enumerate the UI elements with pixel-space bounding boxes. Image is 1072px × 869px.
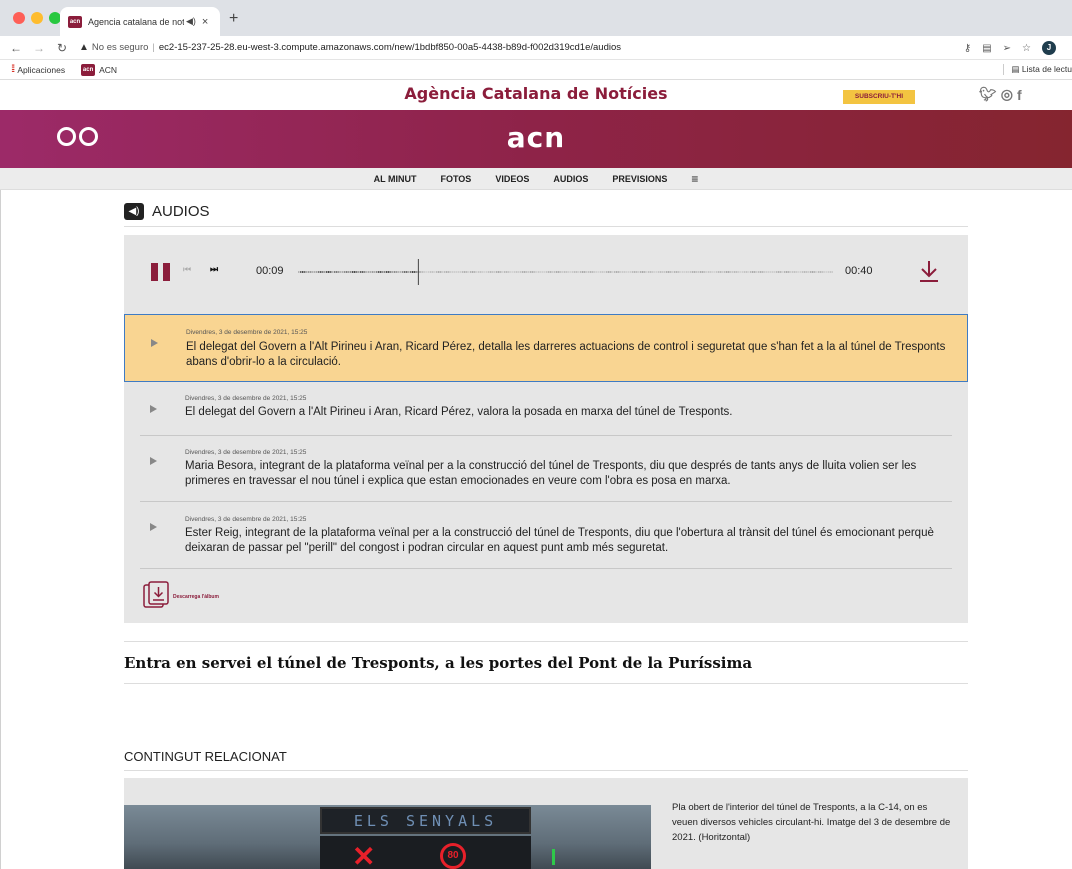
warning-icon[interactable]: ▲ [79,42,89,53]
item-date: Divendres, 3 de desembre de 2021, 15:25 [185,449,307,456]
tab-title: Agencia catalana de notícies [88,16,184,27]
menu-item-al-minut[interactable]: AL MINUT [374,174,417,184]
related-photo[interactable]: ELS SENYALS ✕ 80 [124,805,651,869]
reading-list-button[interactable]: ▤ Lista de lectu [1002,64,1072,75]
lane-open-icon [552,849,555,865]
toolbar-actions: ⚷ ▤ ➢ ☆ J [964,41,1056,55]
bookmarks-bar: ⁞⁞⁞ Aplicaciones acn ACN ▤ Lista de lect… [0,60,1072,80]
address-url[interactable]: ec2-15-237-25-28.eu-west-3.compute.amazo… [159,42,621,53]
lane-closed-icon: ✕ [352,841,376,869]
download-album-icon [143,581,169,608]
menu-item-videos[interactable]: VIDEOS [495,174,529,184]
next-track-icon[interactable]: ⏭ [210,264,218,275]
audio-list-item-3[interactable]: Divendres, 3 de desembre de 2021, 15:25 … [124,436,968,502]
section-title: AUDIOS [152,203,210,220]
reload-icon[interactable]: ↻ [55,41,69,55]
section-header: ◀) AUDIOS [124,203,210,220]
main-menu: AL MINUT FOTOS VIDEOS AUDIOS PREVISIONS … [0,168,1072,190]
play-icon[interactable] [151,339,158,347]
bookmark-acn[interactable]: acn ACN [81,63,118,76]
divider [124,641,968,642]
twitter-icon[interactable]: 🐦︎ [979,86,997,103]
address-bar[interactable]: ▲ No es seguro | ec2-15-237-25-28.eu-wes… [79,42,621,53]
speaker-icon[interactable]: ◀) [186,16,196,27]
back-icon[interactable]: ← [9,41,23,55]
new-tab-icon[interactable]: + [229,11,238,27]
social-links: 🐦︎ ◎ f [979,86,1022,103]
bookmark-acn-label: ACN [99,64,118,75]
reading-list-label: Lista de lectu [1021,64,1072,74]
related-title: CONTINGUT RELACIONAT [124,749,287,764]
instagram-icon[interactable]: ◎ [1001,86,1013,103]
menu-item-audios[interactable]: AUDIOS [553,174,588,184]
divider [124,770,968,771]
acn-favicon-icon: acn [68,15,82,28]
item-date: Divendres, 3 de desembre de 2021, 15:25 [185,395,307,402]
download-album-label: Descarrega l'àlbum [173,594,219,600]
site-top-strip: Agència Catalana de Notícies SUBSCRIU-T'… [0,80,1072,110]
play-icon[interactable] [150,405,157,413]
total-time: 00:40 [845,265,873,277]
speaker-icon: ◀) [124,203,144,220]
item-title[interactable]: Maria Besora, integrant de la plataforma… [185,459,955,489]
audio-list-item-4[interactable]: Divendres, 3 de desembre de 2021, 15:25 … [124,502,968,569]
download-icon[interactable] [918,259,940,283]
article-title[interactable]: Entra en servei el túnel de Tresponts, a… [124,654,752,672]
divider [140,568,952,569]
pause-button[interactable] [151,263,170,281]
item-title[interactable]: Ester Reig, integrant de la plataforma v… [185,526,955,556]
audio-list-item-2[interactable]: Divendres, 3 de desembre de 2021, 15:25 … [124,383,968,436]
current-time: 00:09 [256,265,284,277]
waveform-seekbar[interactable] [298,259,833,285]
menu-burger-icon[interactable]: ≡ [691,172,698,186]
speed-limit-sign: 80 [440,843,466,869]
related-caption: Pla obert de l'interior del túnel de Tre… [672,802,951,843]
translate-icon[interactable]: ▤ [982,43,991,54]
minimize-window-button[interactable] [31,12,43,24]
site-banner: acn [0,110,1072,168]
tunnel-sign: ELS SENYALS [320,807,531,834]
star-icon[interactable]: ☆ [1022,43,1031,54]
security-label[interactable]: No es seguro [92,42,149,53]
download-album-button[interactable]: Descarrega l'àlbum [141,580,219,610]
divider [124,683,968,684]
menu-item-previsions[interactable]: PREVISIONS [612,174,667,184]
address-separator: | [152,42,155,53]
apps-grid-icon[interactable]: ⁞⁞⁞ [11,64,16,75]
audio-list-item-1[interactable]: Divendres, 3 de desembre de 2021, 15:25 … [124,314,968,382]
browser-tab[interactable]: acn Agencia catalana de notícies ◀) × [60,7,220,36]
audio-list: Divendres, 3 de desembre de 2021, 15:25 … [124,309,968,623]
play-icon[interactable] [150,457,157,465]
browser-tab-bar: acn Agencia catalana de notícies ◀) × + [0,0,1072,36]
subscribe-button[interactable]: SUBSCRIU-T'HI [843,90,915,104]
close-window-button[interactable] [13,12,25,24]
previous-track-icon[interactable]: ⏮ [183,264,191,275]
browser-toolbar: ← → ↻ ▲ No es seguro | ec2-15-237-25-28.… [0,36,1072,60]
send-icon[interactable]: ➢ [1003,43,1011,54]
facebook-icon[interactable]: f [1017,87,1022,103]
related-card[interactable]: ELS SENYALS ✕ 80 Pla obert de l'interior… [124,778,968,869]
forward-icon[interactable]: → [32,41,46,55]
menu-item-fotos[interactable]: FOTOS [440,174,471,184]
acn-logo[interactable]: acn [0,121,1072,154]
audio-player: ⏮ ⏭ 00:09 00:40 [124,235,968,309]
profile-avatar[interactable]: J [1042,41,1056,55]
play-icon[interactable] [150,523,157,531]
item-date: Divendres, 3 de desembre de 2021, 15:25 [185,516,307,523]
bookmark-apps[interactable]: Aplicaciones [17,65,65,75]
key-icon[interactable]: ⚷ [964,43,971,54]
item-title[interactable]: El delegat del Govern a l'Alt Pirineu i … [186,340,956,370]
divider [124,226,968,227]
item-date: Divendres, 3 de desembre de 2021, 15:25 [186,329,308,336]
item-title[interactable]: El delegat del Govern a l'Alt Pirineu i … [185,405,955,420]
acn-favicon-icon: acn [81,63,96,76]
close-icon[interactable]: × [202,16,208,28]
tunnel-sign-text: ELS SENYALS [353,812,498,830]
